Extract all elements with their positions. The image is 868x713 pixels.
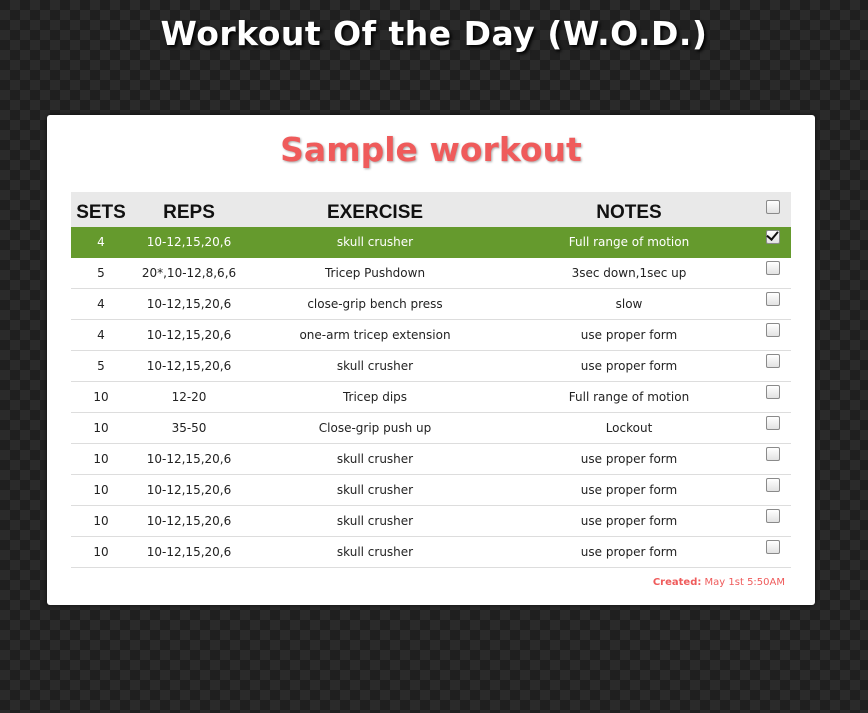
cell-done xyxy=(755,536,791,568)
cell-sets: 10 xyxy=(71,536,131,568)
table-header-row: SETS REPS EXERCISE NOTES xyxy=(71,192,791,227)
cell-exercise: skull crusher xyxy=(247,350,503,382)
row-done-checkbox[interactable] xyxy=(766,446,780,461)
cell-sets: 5 xyxy=(71,350,131,382)
cell-reps: 10-12,15,20,6 xyxy=(131,319,247,351)
cell-notes: use proper form xyxy=(503,474,755,506)
cell-reps: 10-12,15,20,6 xyxy=(131,288,247,320)
cell-notes: slow xyxy=(503,288,755,320)
cell-reps: 12-20 xyxy=(131,381,247,413)
cell-sets: 10 xyxy=(71,505,131,537)
cell-exercise: close-grip bench press xyxy=(247,288,503,320)
cell-notes: Full range of motion xyxy=(503,227,755,258)
cell-done xyxy=(755,350,791,382)
cell-done xyxy=(755,443,791,475)
cell-done xyxy=(755,505,791,537)
cell-sets: 4 xyxy=(71,319,131,351)
cell-sets: 10 xyxy=(71,443,131,475)
header-select xyxy=(755,192,791,227)
cell-sets: 5 xyxy=(71,257,131,289)
cell-sets: 10 xyxy=(71,381,131,413)
cell-done xyxy=(755,227,791,258)
cell-exercise: one-arm tricep extension xyxy=(247,319,503,351)
row-done-checkbox[interactable] xyxy=(766,415,780,430)
cell-exercise: Tricep dips xyxy=(247,381,503,413)
header-sets: SETS xyxy=(71,192,131,227)
table-body: 4 10-12,15,20,6 skull crusher Full range of… xyxy=(71,227,791,568)
cell-exercise: Tricep Pushdown xyxy=(247,257,503,289)
cell-done xyxy=(755,474,791,506)
row-done-checkbox[interactable] xyxy=(766,260,780,275)
row-done-checkbox[interactable] xyxy=(766,477,780,492)
table-row[interactable]: 4 10-12,15,20,6 one-arm tricep extension us… xyxy=(71,319,791,351)
table-row[interactable]: 10 10-12,15,20,6 skull crusher use proper f… xyxy=(71,443,791,475)
cell-reps: 10-12,15,20,6 xyxy=(131,505,247,537)
cell-sets: 10 xyxy=(71,412,131,444)
cell-reps: 10-12,15,20,6 xyxy=(131,536,247,568)
cell-sets: 10 xyxy=(71,474,131,506)
created-value: May 1st 5:50AM xyxy=(704,577,785,588)
table-row[interactable]: 10 10-12,15,20,6 skull crusher use proper f… xyxy=(71,474,791,506)
cell-sets: 4 xyxy=(71,288,131,320)
cell-reps: 35-50 xyxy=(131,412,247,444)
cell-notes: use proper form xyxy=(503,319,755,351)
cell-reps: 10-12,15,20,6 xyxy=(131,350,247,382)
cell-reps: 20*,10-12,8,6,6 xyxy=(131,257,247,289)
page-title: Workout Of the Day (W.O.D.) xyxy=(160,14,708,53)
cell-notes: use proper form xyxy=(503,536,755,568)
cell-done xyxy=(755,412,791,444)
table-row[interactable]: 10 10-12,15,20,6 skull crusher use proper f… xyxy=(71,536,791,568)
cell-done xyxy=(755,257,791,289)
table-row[interactable]: 5 20*,10-12,8,6,6 Tricep Pushdown 3sec down… xyxy=(71,257,791,289)
table-row[interactable]: 10 10-12,15,20,6 skull crusher use proper f… xyxy=(71,505,791,537)
row-done-checkbox[interactable] xyxy=(766,508,780,523)
row-done-checkbox[interactable] xyxy=(766,539,780,554)
row-done-checkbox[interactable] xyxy=(766,229,780,244)
row-done-checkbox[interactable] xyxy=(766,322,780,337)
select-all-checkbox[interactable] xyxy=(766,200,780,214)
table-row[interactable]: 10 35-50 Close-grip push up Lockout xyxy=(71,412,791,444)
cell-exercise: skull crusher xyxy=(247,474,503,506)
table-row[interactable]: 4 10-12,15,20,6 skull crusher Full range of… xyxy=(71,227,791,258)
cell-done xyxy=(755,319,791,351)
cell-notes: 3sec down,1sec up xyxy=(503,257,755,289)
cell-done xyxy=(755,381,791,413)
cell-reps: 10-12,15,20,6 xyxy=(131,227,247,258)
cell-exercise: skull crusher xyxy=(247,227,503,258)
table-row[interactable]: 10 12-20 Tricep dips Full range of motion xyxy=(71,381,791,413)
cell-exercise: skull crusher xyxy=(247,536,503,568)
header-exercise: EXERCISE xyxy=(247,192,503,227)
cell-notes: use proper form xyxy=(503,443,755,475)
header-notes: NOTES xyxy=(503,192,755,227)
cell-reps: 10-12,15,20,6 xyxy=(131,443,247,475)
cell-notes: Full range of motion xyxy=(503,381,755,413)
row-done-checkbox[interactable] xyxy=(766,291,780,306)
cell-exercise: skull crusher xyxy=(247,443,503,475)
table-row[interactable]: 4 10-12,15,20,6 close-grip bench press slow xyxy=(71,288,791,320)
created-timestamp: Created: May 1st 5:50AM xyxy=(47,577,785,588)
cell-notes: use proper form xyxy=(503,505,755,537)
row-done-checkbox[interactable] xyxy=(766,353,780,368)
cell-exercise: Close-grip push up xyxy=(247,412,503,444)
row-done-checkbox[interactable] xyxy=(766,384,780,399)
cell-notes: Lockout xyxy=(503,412,755,444)
cell-notes: use proper form xyxy=(503,350,755,382)
workout-table: SETS REPS EXERCISE NOTES 4 10-12,15,20,6 s… xyxy=(71,192,791,568)
header-reps: REPS xyxy=(131,192,247,227)
created-label: Created: xyxy=(652,577,702,588)
workout-title: Sample workout xyxy=(280,130,582,169)
cell-sets: 4 xyxy=(71,227,131,258)
cell-done xyxy=(755,288,791,320)
cell-reps: 10-12,15,20,6 xyxy=(131,474,247,506)
cell-exercise: skull crusher xyxy=(247,505,503,537)
table-row[interactable]: 5 10-12,15,20,6 skull crusher use proper fo… xyxy=(71,350,791,382)
